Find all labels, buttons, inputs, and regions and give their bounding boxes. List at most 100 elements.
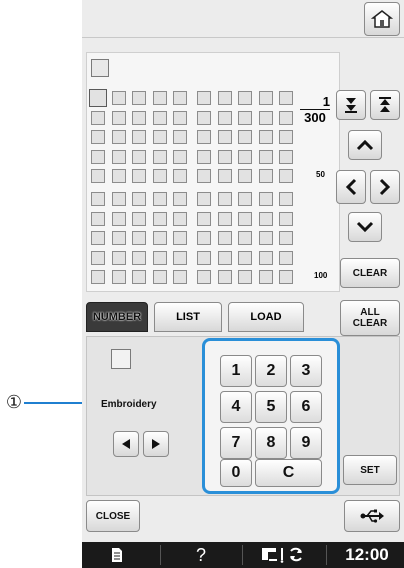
grid-cell[interactable] [91,130,105,145]
grid-cell[interactable] [152,270,167,285]
grid-cell[interactable] [258,169,273,184]
grid-cell[interactable] [279,110,294,125]
grid-cell[interactable] [197,149,211,164]
grid-cell[interactable] [217,149,232,164]
grid-cell[interactable] [132,231,147,246]
grid-cell[interactable] [111,169,126,184]
grid-cell[interactable] [111,130,126,145]
key-0[interactable]: 0 [220,459,252,487]
key-5[interactable]: 5 [255,391,287,423]
grid-cell[interactable] [217,211,232,226]
grid-cell[interactable] [111,231,126,246]
document-button[interactable] [102,542,132,568]
grid-cell[interactable] [173,149,188,164]
grid-cell[interactable] [197,270,211,285]
grid-cell[interactable] [173,91,188,105]
grid-cell[interactable] [173,130,188,145]
grid-cell[interactable] [238,270,253,285]
grid-cell[interactable] [173,211,188,226]
grid-cell[interactable] [91,149,105,164]
grid-cell[interactable] [132,149,147,164]
grid-cell[interactable] [279,130,294,145]
grid-cell[interactable] [279,231,294,246]
grid-cell[interactable] [238,110,253,125]
grid-cell[interactable] [152,231,167,246]
arrow-left-button[interactable] [113,431,139,457]
tab-load[interactable]: LOAD [228,302,304,332]
grid-cell[interactable] [91,250,105,265]
grid-cell[interactable] [279,250,294,265]
grid-cell[interactable] [197,192,211,206]
selection-box[interactable] [91,59,109,77]
grid-cell[interactable] [238,91,253,105]
grid-cell[interactable] [197,211,211,226]
grid-cell[interactable] [111,91,126,105]
grid-cell[interactable] [152,91,167,105]
embroidery-checkbox[interactable] [111,349,131,369]
grid-cell[interactable] [217,270,232,285]
grid-cell[interactable] [238,231,253,246]
grid-cell[interactable] [132,130,147,145]
close-button[interactable]: CLOSE [86,500,140,532]
grid-cell[interactable] [173,270,188,285]
grid-cell[interactable] [217,130,232,145]
grid-cell[interactable] [132,169,147,184]
grid-cell[interactable] [238,169,253,184]
grid-cell[interactable] [238,250,253,265]
grid-cell[interactable] [258,192,273,206]
grid-cell[interactable] [197,250,211,265]
grid-cell[interactable] [111,250,126,265]
grid-cell[interactable] [132,211,147,226]
grid-cell[interactable] [173,169,188,184]
arrow-right-button[interactable] [143,431,169,457]
grid-cell[interactable] [132,270,147,285]
grid-cell[interactable] [152,211,167,226]
grid-cell[interactable] [111,149,126,164]
grid-cell[interactable] [258,110,273,125]
key-clear[interactable]: C [255,459,322,487]
grid-cell[interactable] [258,130,273,145]
grid-cell[interactable] [152,192,167,206]
grid-cell[interactable] [197,130,211,145]
grid-cell[interactable] [132,110,147,125]
grid-cell[interactable] [238,130,253,145]
grid-cell[interactable] [111,110,126,125]
key-4[interactable]: 4 [220,391,252,423]
grid-cell[interactable] [279,169,294,184]
grid-cell[interactable] [152,149,167,164]
grid-cell[interactable] [91,270,105,285]
help-button[interactable]: ? [178,542,224,568]
grid-cell[interactable] [152,169,167,184]
grid-cell[interactable] [197,110,211,125]
grid-cell[interactable] [279,211,294,226]
tab-number[interactable]: NUMBER [86,302,148,332]
clear-button[interactable]: CLEAR [340,258,400,288]
key-1[interactable]: 1 [220,355,252,387]
grid-cell[interactable] [279,192,294,206]
grid-cell-selected[interactable] [89,89,107,107]
grid-cell[interactable] [238,192,253,206]
grid-cell[interactable] [258,270,273,285]
move-left-button[interactable] [336,170,366,204]
key-2[interactable]: 2 [255,355,287,387]
grid-cell[interactable] [132,250,147,265]
key-8[interactable]: 8 [255,427,287,459]
move-down-button[interactable] [348,212,382,242]
grid-cell[interactable] [173,231,188,246]
grid-cell[interactable] [258,149,273,164]
grid-cell[interactable] [217,110,232,125]
grid-cell[interactable] [279,270,294,285]
grid-cell[interactable] [132,91,147,105]
key-6[interactable]: 6 [290,391,322,423]
grid-cell[interactable] [258,231,273,246]
key-9[interactable]: 9 [290,427,322,459]
usb-button[interactable] [344,500,400,532]
grid-cell[interactable] [217,169,232,184]
grid-cell[interactable] [238,211,253,226]
grid-cell[interactable] [197,231,211,246]
page-up-button[interactable] [370,90,400,120]
grid-cell[interactable] [91,110,105,125]
move-right-button[interactable] [370,170,400,204]
grid-cell[interactable] [91,192,105,206]
page-down-button[interactable] [336,90,366,120]
